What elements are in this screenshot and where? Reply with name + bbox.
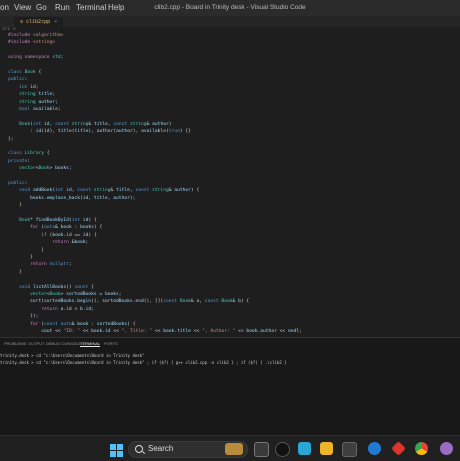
taskbar-search[interactable]: Search	[128, 441, 248, 458]
code-line[interactable]: bool available;	[8, 106, 61, 114]
file-explorer-icon[interactable]	[298, 442, 311, 455]
mail-icon[interactable]	[320, 442, 333, 455]
code-line[interactable]: }	[8, 202, 22, 210]
editor-tab-strip: ≡ clib2cpp ×	[0, 16, 460, 27]
settings-icon[interactable]	[440, 442, 453, 455]
tab-terminal[interactable]: TERMINAL	[80, 341, 101, 347]
title-bar: on View Go Run Terminal Help clib2.cpp -…	[0, 0, 460, 16]
window-title: clib2.cpp - Board in Trinity desk - Visu…	[154, 4, 306, 11]
tab-output[interactable]: OUTPUT	[28, 341, 44, 346]
search-icon	[135, 445, 143, 453]
code-editor[interactable]: #include <algorithm> #include <string> usi…	[0, 32, 460, 337]
code-line[interactable]: using namespace std;	[8, 54, 63, 62]
chat-icon[interactable]	[275, 442, 290, 457]
task-view-icon[interactable]	[254, 442, 269, 457]
close-icon[interactable]: ×	[54, 19, 57, 25]
store-icon[interactable]	[342, 442, 357, 457]
code-line[interactable]: };	[8, 136, 14, 144]
edge-icon[interactable]	[368, 442, 381, 455]
code-line[interactable]: }	[8, 269, 22, 277]
terminal-line: trinity.desk > cd "c:\Users\Documents\Bo…	[0, 360, 287, 365]
code-line[interactable]: vector<Book> books;	[8, 165, 72, 173]
code-line[interactable]: : id(id), title(title), author(author), …	[8, 128, 191, 136]
terminal-panel: PROBLEMS OUTPUT DEBUG CONSOLE TERMINAL P…	[0, 337, 460, 436]
tab-debug-console[interactable]: DEBUG CONSOLE	[46, 341, 81, 346]
windows-icon[interactable]	[110, 442, 123, 457]
code-line[interactable]: cout << "ID: " << book.id << ", Title: "…	[8, 328, 302, 336]
tab-label: ≡ clib2cpp	[20, 19, 51, 25]
panel-tabs: PROBLEMS OUTPUT DEBUG CONSOLE TERMINAL P…	[0, 341, 460, 349]
app-icon[interactable]	[391, 441, 406, 456]
search-highlight-icon	[225, 443, 243, 455]
code-line[interactable]: #include <string>	[8, 39, 55, 47]
taskbar: Search	[0, 435, 460, 461]
code-line[interactable]: books.emplace_back(id, title, author);	[8, 195, 135, 203]
search-label: Search	[148, 444, 174, 453]
tab-problems[interactable]: PROBLEMS	[4, 341, 26, 346]
chrome-icon[interactable]	[415, 442, 428, 455]
tab-clib2-cpp[interactable]: ≡ clib2cpp ×	[14, 17, 64, 27]
tab-ports[interactable]: PORTS	[104, 341, 118, 346]
terminal-line: trinity.desk > cd "c:\Users\Documents\Bo…	[0, 353, 145, 358]
